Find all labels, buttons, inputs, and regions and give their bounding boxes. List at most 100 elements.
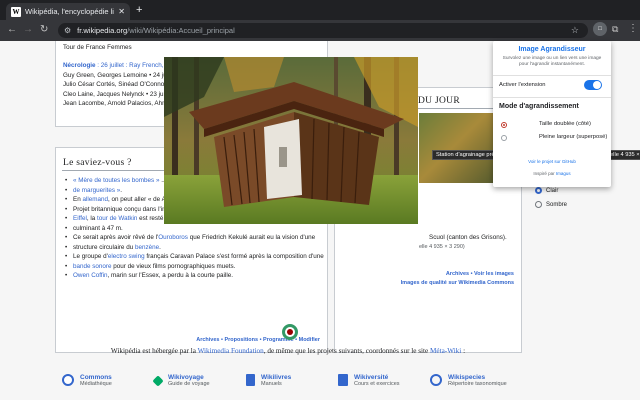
- fact-item: Ce serait après avoir rêvé de l'Ouroboro…: [65, 233, 327, 243]
- saviez-vous-heading: Le saviez-vous ?: [63, 158, 132, 168]
- fact-item-cont: structure circulaire du benzène.: [65, 243, 327, 253]
- necrologie-label[interactable]: Nécrologie: [63, 62, 96, 69]
- necro-line[interactable]: Guy Green, Georges Lemoine • 24 ju: [63, 71, 167, 81]
- tab-wikipedia[interactable]: W Wikipédia, l'encyclopédie libre ✕: [6, 3, 130, 20]
- mode-radio-doubled[interactable]: [501, 122, 507, 128]
- necro-line[interactable]: Jean Lacombe, Arnold Palacios, Ahm: [63, 99, 167, 109]
- feeding-station-photo: [164, 57, 418, 224]
- site-info-icon[interactable]: ⚙: [64, 26, 71, 35]
- extensions-puzzle-icon[interactable]: ⧉: [612, 24, 618, 35]
- github-link[interactable]: Voir le projet sur GitHub: [493, 159, 611, 164]
- necro-line[interactable]: Cleo Laine, Jacques Nelynck • 23 juil: [63, 90, 166, 100]
- fact-text: Projet britannique conçu dans l'int: [73, 205, 168, 213]
- wikilivres-icon: [246, 374, 255, 386]
- meta-wiki-link[interactable]: Méta-Wiki: [430, 347, 461, 355]
- fact-text: est resté: [137, 215, 164, 222]
- popup-description: Survolez une image ou un lien vers une i…: [502, 56, 602, 67]
- image-caption-link[interactable]: Scuol (canton des Grisons).: [429, 233, 507, 243]
- wikispecies-icon: [430, 374, 442, 386]
- tab-title: Wikipédia, l'encyclopédie libre: [25, 7, 114, 16]
- theme-clair-label: Clair: [546, 187, 559, 194]
- mode-section-heading: Mode d'agrandissement: [499, 103, 579, 110]
- magnified-image-overlay: [164, 57, 418, 224]
- tab-strip: W Wikipédia, l'encyclopédie libre ✕ +: [0, 0, 640, 20]
- menu-kebab-icon[interactable]: ⋮: [628, 23, 638, 34]
- mode-radio-fullwidth[interactable]: [501, 135, 507, 141]
- fact-link[interactable]: bande sonore: [73, 263, 112, 270]
- sister-name: Wikispecies: [448, 374, 486, 381]
- address-bar[interactable]: ⚙ fr.wikipedia.org/wiki/Wikipédia:Accuei…: [58, 23, 588, 38]
- inspired-text: Inspiré par: [533, 171, 556, 176]
- fact-text: que Friedrich Kekulé aurait eu la vision…: [187, 234, 316, 241]
- fact-text: .: [120, 186, 123, 194]
- bookmark-star-icon[interactable]: ☆: [571, 25, 579, 36]
- url-path: /wiki/Wikipédia:Accueil_principal: [127, 26, 235, 35]
- fact-item-cont: culminant à 47 m.: [65, 224, 327, 234]
- sister-desc: Répertoire taxonomique: [448, 381, 507, 387]
- fact-item: Owen Coffin, marin sur l'Essex, a perdu …: [65, 271, 327, 281]
- intro-text: Wikipédia est hébergée par la: [110, 347, 198, 355]
- close-tab-icon[interactable]: ✕: [118, 7, 125, 16]
- saviez-footer-links[interactable]: Archives • Propositions • Programme • Mo…: [196, 337, 320, 343]
- reload-icon[interactable]: ↻: [40, 24, 48, 35]
- sister-wikiversite[interactable]: Wikiversité Cours et exercices: [338, 374, 400, 387]
- fact-text: , on peut aller « de A: [108, 196, 166, 203]
- fact-link[interactable]: de marguerites »: [73, 187, 120, 194]
- sister-name: Wikilivres: [261, 374, 292, 381]
- fact-link[interactable]: tour de Watkin: [97, 215, 137, 222]
- url-domain: fr.wikipedia.org: [77, 26, 128, 35]
- new-tab-icon[interactable]: +: [136, 4, 142, 16]
- image-caption-dimensions: elle 4 935 × 3 290): [419, 244, 465, 250]
- sister-name: Commons: [80, 374, 112, 381]
- fact-link[interactable]: benzène: [135, 244, 159, 251]
- activate-toggle[interactable]: [584, 80, 602, 90]
- radio-selected-icon[interactable]: [535, 187, 542, 194]
- sister-wikivoyage[interactable]: Wikivoyage Guide de voyage: [152, 374, 210, 387]
- radio-icon[interactable]: [535, 201, 542, 208]
- fact-item-cont: bande sonore pour de vieux films pornogr…: [65, 262, 327, 272]
- forward-icon[interactable]: →: [23, 24, 33, 35]
- image-archives-links[interactable]: Archives • Voir les images: [446, 271, 514, 277]
- fact-text: culminant à 47 m.: [73, 224, 123, 232]
- browser-toolbar: ← → ↻ ⚙ fr.wikipedia.org/wiki/Wikipédia:…: [0, 20, 640, 41]
- image-agrandisseur-extension-icon[interactable]: □: [593, 22, 607, 36]
- wikimedia-foundation-link[interactable]: Wikimedia Foundation: [198, 347, 264, 355]
- wikiversite-icon: [338, 374, 348, 386]
- images-qualite-link[interactable]: Images de qualité sur Wikimedia Commons: [401, 280, 514, 286]
- intro-text: :: [461, 347, 466, 355]
- sister-wikispecies[interactable]: Wikispecies Répertoire taxonomique: [430, 374, 507, 387]
- sister-desc: Guide de voyage: [168, 381, 210, 387]
- fact-link[interactable]: Owen Coffin: [73, 272, 108, 279]
- commons-icon: [62, 374, 74, 386]
- popup-title: Image Agrandisseur: [518, 46, 586, 53]
- fact-link[interactable]: Ouroboros: [158, 234, 188, 241]
- necrologie-text[interactable]: : 26 juillet : Ray French,: [96, 62, 163, 69]
- popup-divider: [493, 97, 611, 98]
- fact-link[interactable]: Eiffel: [73, 215, 87, 222]
- fact-item: Le groupe d'electro swing français Carav…: [65, 252, 327, 262]
- activate-label: Activer l'extension: [499, 82, 546, 88]
- sister-desc: Cours et exercices: [354, 381, 400, 387]
- sister-name: Wikiversité: [354, 374, 389, 381]
- fact-link[interactable]: electro swing: [108, 253, 145, 260]
- sister-commons[interactable]: Commons Médiathèque: [62, 374, 112, 387]
- wikivoyage-icon: [152, 375, 164, 387]
- necro-line[interactable]: Julio César Cortés, Sinéad O'Connor • 22: [63, 80, 179, 90]
- fact-text: français Caravan Palace s'est formé aprè…: [144, 253, 324, 260]
- sister-wikilivres[interactable]: Wikilivres Manuels: [246, 374, 291, 387]
- theme-sombre-option[interactable]: Sombre: [535, 201, 567, 208]
- fact-text: Le groupe d': [73, 253, 108, 260]
- mode-fullwidth-label: Pleine largeur (superposé): [539, 134, 608, 140]
- theme-clair-option[interactable]: Clair: [535, 187, 558, 194]
- fact-text: Ce serait après avoir rêvé de l': [73, 234, 159, 241]
- fact-text: , la: [86, 215, 98, 222]
- tour-de-france-link[interactable]: Tour de France Femmes: [63, 43, 132, 53]
- imagus-link[interactable]: Imagus: [556, 171, 571, 176]
- fact-text: structure circulaire du: [73, 243, 135, 251]
- image-du-jour-heading: DU JOUR: [418, 96, 460, 106]
- mode-doubled-label: Taille doublée (côté): [539, 121, 591, 127]
- fact-link[interactable]: « Mère de toutes les bombes »: [73, 177, 159, 184]
- wikipedia-favicon-icon: W: [11, 6, 21, 17]
- back-icon[interactable]: ←: [7, 24, 17, 35]
- fact-link[interactable]: allemand: [82, 196, 108, 203]
